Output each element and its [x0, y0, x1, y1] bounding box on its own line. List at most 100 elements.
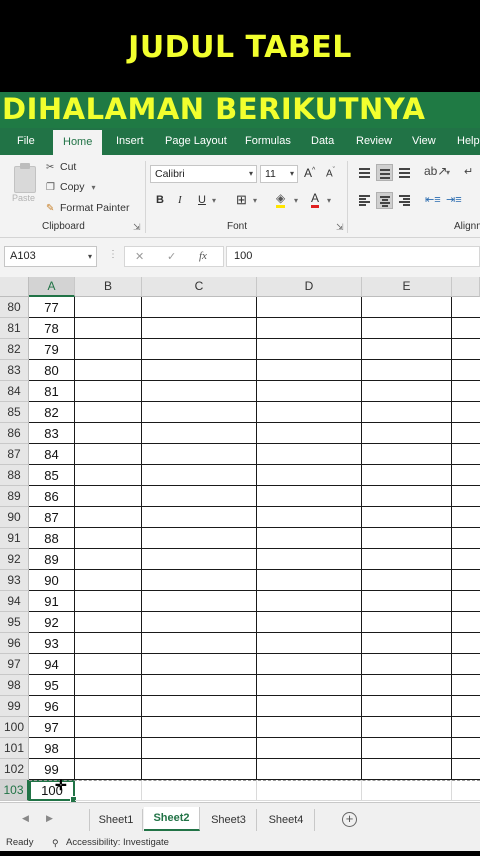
cell-e[interactable]: [362, 486, 452, 507]
tab-page-layout[interactable]: Page Layout: [165, 128, 227, 155]
cell-d[interactable]: [257, 549, 362, 570]
chevron-down-icon[interactable]: ▾: [327, 196, 331, 205]
cell-b[interactable]: [75, 486, 142, 507]
cell-f[interactable]: [452, 549, 480, 570]
row-header[interactable]: 102: [0, 759, 29, 780]
cell-c[interactable]: [142, 570, 257, 591]
font-size-select[interactable]: 11 ▾: [260, 165, 298, 183]
cell-f[interactable]: [452, 780, 480, 801]
cell-a[interactable]: 77: [29, 297, 75, 318]
cell-c[interactable]: [142, 360, 257, 381]
dialog-launcher-icon[interactable]: ⇲: [336, 222, 344, 233]
cell-c[interactable]: [142, 444, 257, 465]
cell-b[interactable]: [75, 528, 142, 549]
cell-c[interactable]: [142, 612, 257, 633]
row-header[interactable]: 98: [0, 675, 29, 696]
cell-f[interactable]: [452, 465, 480, 486]
add-sheet-button[interactable]: +: [342, 812, 357, 827]
cell-c[interactable]: [142, 780, 257, 801]
cell-a[interactable]: 85: [29, 465, 75, 486]
cell-b[interactable]: [75, 507, 142, 528]
row-header[interactable]: 85: [0, 402, 29, 423]
column-header-f[interactable]: [452, 277, 480, 297]
cell-c[interactable]: [142, 675, 257, 696]
cell-d[interactable]: [257, 528, 362, 549]
cell-b[interactable]: [75, 591, 142, 612]
cell-f[interactable]: [452, 381, 480, 402]
wrap-text-icon[interactable]: ↵: [464, 165, 473, 178]
cell-f[interactable]: [452, 675, 480, 696]
cell-d[interactable]: [257, 612, 362, 633]
cell-c[interactable]: [142, 738, 257, 759]
row-header[interactable]: 82: [0, 339, 29, 360]
cell-d[interactable]: [257, 654, 362, 675]
cell-c[interactable]: [142, 423, 257, 444]
cell-f[interactable]: [452, 423, 480, 444]
format-painter-button[interactable]: ✎ Format Painter: [46, 202, 129, 214]
cell-e[interactable]: [362, 507, 452, 528]
row-header[interactable]: 86: [0, 423, 29, 444]
cell-c[interactable]: [142, 339, 257, 360]
column-header-b[interactable]: B: [75, 277, 142, 297]
cell-f[interactable]: [452, 591, 480, 612]
column-header-e[interactable]: E: [362, 277, 452, 297]
row-header[interactable]: 95: [0, 612, 29, 633]
cell-b[interactable]: [75, 297, 142, 318]
cell-c[interactable]: [142, 696, 257, 717]
cancel-icon[interactable]: ✕: [135, 250, 144, 263]
align-middle-icon[interactable]: [376, 164, 393, 181]
cell-c[interactable]: [142, 507, 257, 528]
cell-a[interactable]: 90: [29, 570, 75, 591]
cell-b[interactable]: [75, 612, 142, 633]
cell-c[interactable]: [142, 717, 257, 738]
cell-a[interactable]: 81: [29, 381, 75, 402]
cell-d[interactable]: [257, 717, 362, 738]
cell-d[interactable]: [257, 339, 362, 360]
formula-input[interactable]: 100: [226, 246, 480, 267]
cell-e[interactable]: [362, 339, 452, 360]
cut-button[interactable]: ✂ Cut: [46, 161, 76, 173]
cell-f[interactable]: [452, 759, 480, 780]
scroll-left-icon[interactable]: ◀: [22, 813, 29, 824]
cell-a[interactable]: 82: [29, 402, 75, 423]
cell-c[interactable]: [142, 633, 257, 654]
active-cell[interactable]: 100: [29, 780, 77, 802]
cell-f[interactable]: [452, 570, 480, 591]
cell-a[interactable]: 79: [29, 339, 75, 360]
cell-a[interactable]: 93: [29, 633, 75, 654]
cell-d[interactable]: [257, 696, 362, 717]
name-box[interactable]: A103 ▾: [4, 246, 97, 267]
cell-f[interactable]: [452, 528, 480, 549]
cell-f[interactable]: [452, 360, 480, 381]
cell-e[interactable]: [362, 318, 452, 339]
cell-b[interactable]: [75, 360, 142, 381]
cell-a[interactable]: 97: [29, 717, 75, 738]
decrease-indent-icon[interactable]: ⇤≡: [425, 193, 441, 206]
cell-a[interactable]: 78: [29, 318, 75, 339]
cell-b[interactable]: [75, 402, 142, 423]
cell-d[interactable]: [257, 675, 362, 696]
cell-f[interactable]: [452, 738, 480, 759]
cell-f[interactable]: [452, 696, 480, 717]
cell-e[interactable]: [362, 297, 452, 318]
sheet-tab-sheet2[interactable]: Sheet2: [144, 807, 200, 831]
cell-e[interactable]: [362, 780, 452, 801]
cell-f[interactable]: [452, 297, 480, 318]
cell-e[interactable]: [362, 570, 452, 591]
cell-a[interactable]: 84: [29, 444, 75, 465]
cell-e[interactable]: [362, 381, 452, 402]
enter-icon[interactable]: ✓: [167, 250, 176, 263]
row-header[interactable]: 99: [0, 696, 29, 717]
cell-e[interactable]: [362, 528, 452, 549]
align-right-icon[interactable]: [396, 192, 413, 209]
row-header[interactable]: 90: [0, 507, 29, 528]
align-center-icon[interactable]: [376, 192, 393, 209]
cell-d[interactable]: [257, 570, 362, 591]
cell-f[interactable]: [452, 654, 480, 675]
cell-f[interactable]: [452, 318, 480, 339]
row-header[interactable]: 97: [0, 654, 29, 675]
cell-f[interactable]: [452, 339, 480, 360]
cell-b[interactable]: [75, 759, 142, 780]
align-top-icon[interactable]: [356, 164, 373, 181]
cell-b[interactable]: [75, 423, 142, 444]
